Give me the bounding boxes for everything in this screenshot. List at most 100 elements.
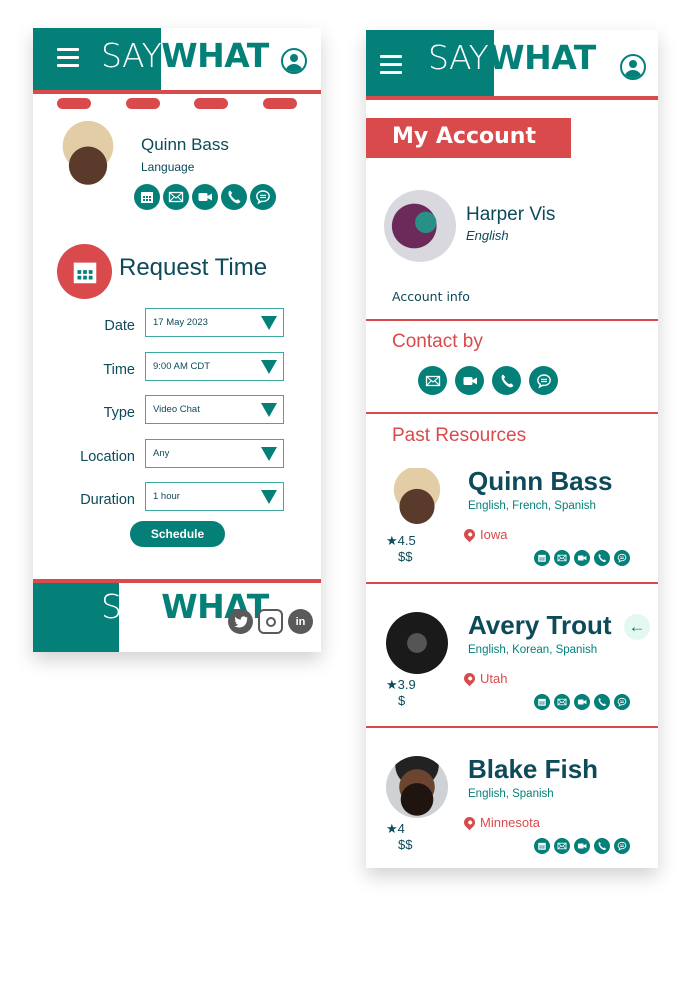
resource-price: $$: [398, 549, 413, 564]
contact-icons: [134, 184, 279, 210]
resource-name: Blake Fish: [468, 754, 599, 784]
chat-icon[interactable]: [250, 184, 276, 210]
contact-by-heading: Contact by: [392, 331, 483, 352]
back-arrow-icon[interactable]: ←: [624, 614, 650, 640]
resource-location: Utah: [461, 670, 508, 687]
date-label: Date: [104, 318, 135, 334]
resource-contact-icons: [534, 550, 634, 566]
chat-icon[interactable]: [614, 838, 630, 854]
date-row: Date 17 May 2023: [33, 308, 321, 352]
resource-contact-icons: [534, 694, 634, 710]
phone-icon[interactable]: [594, 694, 610, 710]
location-select[interactable]: Any: [145, 438, 284, 468]
video-icon[interactable]: [574, 694, 590, 710]
footer: SAYWHAT in: [33, 579, 321, 652]
type-value: Video Chat: [153, 404, 200, 415]
duration-value: 1 hour: [153, 491, 180, 502]
user-profile-icon[interactable]: [281, 48, 307, 74]
type-select[interactable]: Video Chat: [145, 395, 284, 424]
tab-2[interactable]: [125, 98, 160, 109]
account-info-link[interactable]: Account info: [392, 289, 470, 304]
past-resources-heading: Past Resources: [392, 425, 527, 446]
tab-1[interactable]: [57, 98, 91, 109]
resource-languages: English, Spanish: [468, 788, 554, 800]
chat-icon[interactable]: [529, 366, 558, 395]
chevron-down-icon: [261, 490, 277, 504]
app-header: SAYWHAT: [33, 28, 321, 90]
time-select[interactable]: 9:00 AM CDT: [145, 351, 284, 381]
duration-label: Duration: [80, 492, 135, 508]
hamburger-menu-icon[interactable]: [380, 55, 402, 77]
chat-icon[interactable]: [614, 550, 630, 566]
social-links: in: [228, 609, 318, 634]
page-title: Request Time: [119, 254, 268, 281]
video-icon[interactable]: [574, 550, 590, 566]
hamburger-menu-icon[interactable]: [57, 48, 79, 70]
resource-card[interactable]: ★4 $$ Blake Fish English, Spanish Minnes…: [366, 744, 658, 884]
schedule-button[interactable]: Schedule: [130, 521, 225, 547]
saywhat-logo[interactable]: SAYWHAT: [428, 38, 596, 77]
resource-languages: English, Korean, Spanish: [468, 644, 598, 656]
user-name: Harper Vis: [466, 204, 556, 225]
chevron-down-icon: [261, 446, 277, 461]
saywhat-logo[interactable]: SAYWHAT: [101, 36, 269, 75]
twitter-icon[interactable]: [228, 609, 253, 634]
video-icon[interactable]: [574, 838, 590, 854]
provider-language: Language: [141, 160, 195, 174]
resource-languages: English, French, Spanish: [468, 500, 596, 512]
calendar-icon[interactable]: [534, 838, 550, 854]
location-text: Utah: [480, 671, 508, 686]
resource-price: $: [398, 693, 406, 708]
resource-divider: [366, 726, 658, 728]
tab-3[interactable]: [194, 98, 229, 109]
user-avatar[interactable]: [384, 190, 456, 262]
chevron-down-icon: [261, 403, 277, 417]
resource-divider: [366, 582, 658, 584]
calendar-icon[interactable]: [534, 550, 550, 566]
resource-avatar: [386, 612, 448, 674]
tab-4[interactable]: [262, 98, 297, 109]
video-icon[interactable]: [455, 366, 484, 395]
location-pin-icon: [461, 814, 478, 831]
resource-rating: ★3.9: [386, 677, 416, 692]
user-profile-icon[interactable]: [620, 54, 646, 80]
resource-avatar: [386, 468, 448, 530]
duration-select[interactable]: 1 hour: [145, 482, 284, 511]
calendar-icon[interactable]: [134, 184, 160, 210]
time-label: Time: [103, 361, 135, 378]
location-pin-icon: [461, 670, 478, 687]
provider-name: Quinn Bass: [141, 135, 229, 154]
linkedin-icon[interactable]: in: [288, 609, 313, 634]
type-label: Type: [103, 405, 135, 421]
resource-name: Quinn Bass: [468, 466, 613, 496]
section-divider: [366, 319, 658, 321]
date-select[interactable]: 17 May 2023: [145, 308, 284, 337]
calendar-icon[interactable]: [534, 694, 550, 710]
resource-card[interactable]: ★3.9 $ Avery Trout ← English, Korean, Sp…: [366, 600, 658, 740]
resource-contact-icons: [534, 838, 634, 854]
my-account-banner: My Account: [366, 118, 571, 158]
chevron-down-icon: [261, 359, 277, 374]
phone-icon[interactable]: [594, 550, 610, 566]
video-icon[interactable]: [192, 184, 218, 210]
mail-icon[interactable]: [418, 366, 447, 395]
request-time-screen: SAYWHAT Quinn Bass Language Request Time…: [33, 28, 321, 652]
app-header: SAYWHAT: [366, 30, 658, 96]
phone-icon[interactable]: [492, 366, 521, 395]
resource-card[interactable]: ★4.5 $$ Quinn Bass English, French, Span…: [366, 456, 658, 596]
mail-icon[interactable]: [554, 694, 570, 710]
mail-icon[interactable]: [554, 838, 570, 854]
location-pin-icon: [461, 526, 478, 543]
phone-icon[interactable]: [594, 838, 610, 854]
provider-profile: Quinn Bass Language: [33, 109, 321, 244]
instagram-icon[interactable]: [258, 609, 283, 634]
phone-icon[interactable]: [221, 184, 247, 210]
mail-icon[interactable]: [554, 550, 570, 566]
section-divider: [366, 412, 658, 414]
provider-avatar: [58, 121, 118, 193]
mail-icon[interactable]: [163, 184, 189, 210]
chevron-down-icon: [261, 316, 277, 330]
user-language: English: [466, 228, 509, 243]
chat-icon[interactable]: [614, 694, 630, 710]
type-row: Type Video Chat: [33, 395, 321, 439]
